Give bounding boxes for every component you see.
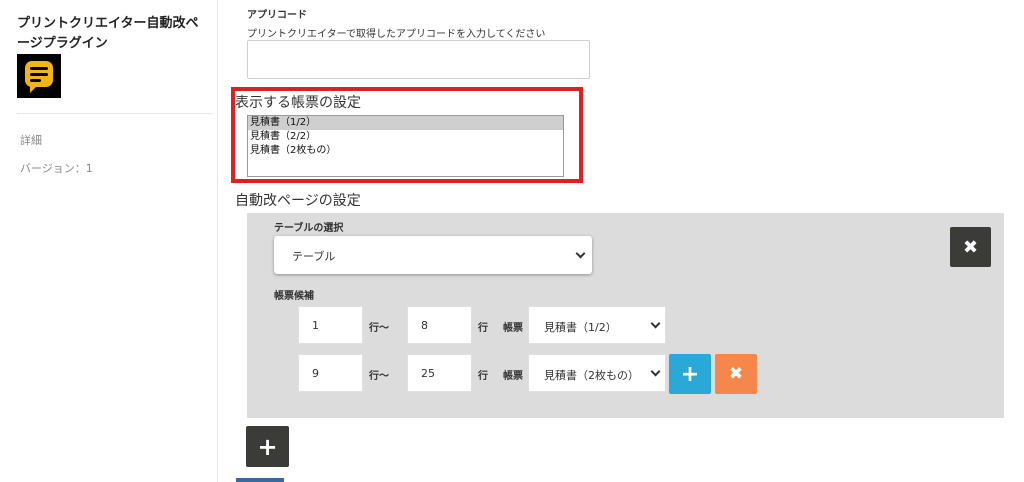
form-candidate-label: 帳票候補: [274, 291, 314, 302]
sidebar: プリントクリエイター自動改ページプラグイン 詳細 バージョン：1: [0, 0, 218, 482]
row-to-input[interactable]: 25: [407, 354, 472, 392]
table-select-label: テーブルの選択: [274, 223, 344, 234]
table-select-value: テーブル: [292, 250, 336, 263]
add-candidate-button[interactable]: +: [669, 354, 711, 394]
row-form-select[interactable]: 見積書（1/2）: [528, 306, 666, 344]
row-to-value: 8: [421, 319, 428, 332]
row-to-unit: 行: [478, 371, 488, 382]
sidebar-divider: [17, 113, 213, 114]
sidebar-version: バージョン：1: [20, 162, 93, 175]
row-from-input[interactable]: 1: [298, 306, 363, 344]
app-code-label: アプリコード: [247, 10, 307, 21]
chevron-down-icon: [650, 318, 661, 329]
row-from-value: 1: [312, 319, 319, 332]
sidebar-details-link[interactable]: 詳細: [20, 132, 42, 148]
chevron-down-icon: [650, 366, 661, 377]
row-to-value: 25: [421, 367, 435, 380]
row-from-unit: 行～: [369, 323, 389, 334]
highlight-annotation-box: [231, 87, 583, 183]
row-form-select-value: 見積書（1/2）: [544, 321, 617, 334]
row-to-unit: 行: [478, 323, 488, 334]
chevron-down-icon: [575, 248, 586, 259]
add-setting-button[interactable]: +: [246, 426, 289, 467]
row-from-value: 9: [312, 367, 319, 380]
remove-candidate-button[interactable]: ✖: [715, 354, 757, 394]
row-from-unit: 行～: [369, 371, 389, 382]
autopage-settings-title: 自動改ページの設定: [235, 193, 361, 209]
row-form-label: 帳票: [503, 371, 523, 382]
app-code-help-text: プリントクリエイターで取得したアプリコードを入力してください: [247, 29, 546, 40]
row-form-select[interactable]: 見積書（2枚もの）: [528, 354, 666, 392]
row-form-select-value: 見積書（2枚もの）: [544, 369, 639, 382]
row-form-label: 帳票: [503, 323, 523, 334]
app-code-input[interactable]: [247, 40, 590, 79]
table-select[interactable]: テーブル: [274, 236, 592, 274]
plugin-name: プリントクリエイター自動改ページプラグイン: [17, 16, 199, 51]
row-to-input[interactable]: 8: [407, 306, 472, 344]
plugin-logo-icon: [17, 54, 61, 98]
row-from-input[interactable]: 9: [298, 354, 363, 392]
save-button-partial[interactable]: [236, 478, 284, 482]
remove-setting-button[interactable]: ✖: [950, 227, 991, 267]
